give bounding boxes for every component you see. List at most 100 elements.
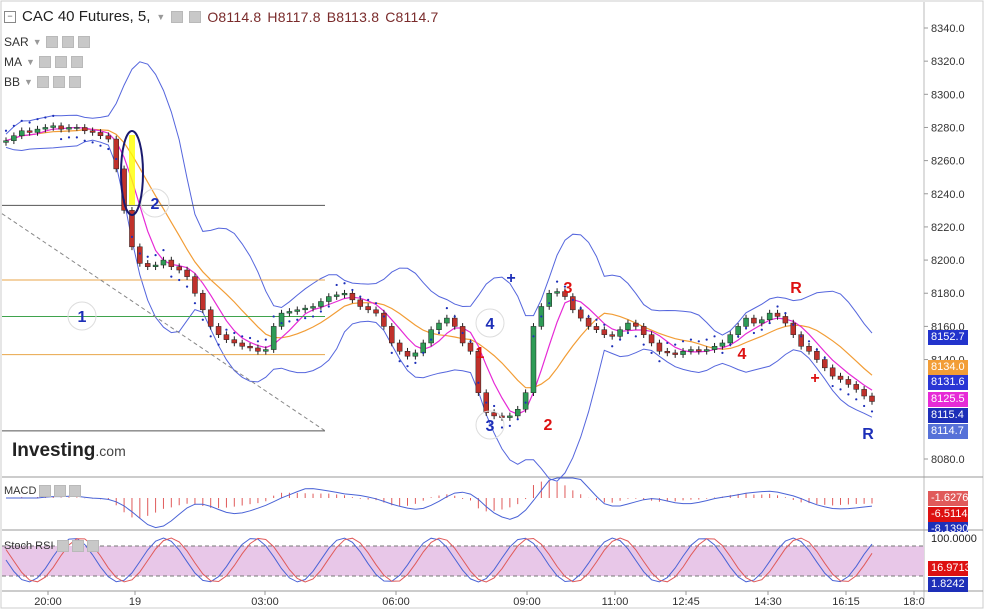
candle-body <box>491 412 497 417</box>
candle-body <box>26 130 33 133</box>
sar-dot <box>524 401 527 404</box>
close-icon[interactable] <box>70 56 83 68</box>
sar-dot <box>760 328 763 331</box>
sar-dot <box>44 116 47 119</box>
sar-dot <box>477 381 480 384</box>
settings-icon[interactable] <box>71 540 84 552</box>
sar-dot <box>437 331 441 335</box>
close-icon[interactable] <box>68 76 81 88</box>
x-tick-label: 18:0 <box>903 596 924 608</box>
macd-panel <box>6 477 873 529</box>
x-tick-label: 16:15 <box>832 596 860 608</box>
sar-dot <box>847 393 850 396</box>
chart-canvas[interactable]: 12341234++RR 8340.08320.08300.08280.0826… <box>0 0 984 609</box>
wave-label: 3 <box>486 418 495 435</box>
candle-body <box>814 351 820 360</box>
highlight-bar <box>129 135 135 205</box>
candle-body <box>144 263 151 267</box>
settings-icon[interactable] <box>61 36 74 48</box>
sar-dot <box>115 157 118 161</box>
candle-body <box>255 347 261 352</box>
visibility-icon[interactable] <box>38 56 51 68</box>
candle-body <box>570 296 576 311</box>
collapse-icon[interactable]: − <box>4 10 16 23</box>
sar-dot <box>130 235 134 238</box>
visibility-icon[interactable] <box>36 76 49 88</box>
sar-dot <box>311 315 315 318</box>
candle-body <box>688 349 694 352</box>
candle-body <box>341 292 348 296</box>
candle-body <box>514 409 521 417</box>
candle-body <box>640 326 647 335</box>
x-tick-label: 19 <box>129 596 141 608</box>
sar-dot <box>611 345 614 348</box>
y-tick-label: 8080.0 <box>931 454 965 466</box>
sar-dot <box>91 141 94 144</box>
sar-dot <box>60 137 63 141</box>
sar-dot <box>319 310 323 313</box>
macd-label[interactable]: MACD <box>4 485 82 497</box>
indicator-sar[interactable]: SAR ▼ <box>4 35 90 49</box>
candle-body <box>837 375 844 380</box>
wave-label: 1 <box>78 309 87 326</box>
settings-icon[interactable] <box>189 10 202 23</box>
symbol-title[interactable]: CAC 40 Futures, 5, <box>22 8 150 25</box>
candle-body <box>326 296 332 302</box>
candle-body <box>105 135 112 140</box>
candle-body <box>751 317 757 324</box>
sar-dot <box>146 255 149 258</box>
chevron-down-icon[interactable]: ▼ <box>156 12 165 22</box>
indicator-label: BB <box>4 75 21 89</box>
candle-body <box>806 346 812 352</box>
candle-body <box>404 351 411 357</box>
sar-dot <box>595 318 598 321</box>
candle-body <box>522 392 529 410</box>
settings-icon[interactable] <box>52 76 65 88</box>
candle-body <box>845 379 852 385</box>
candle-body <box>89 130 96 133</box>
candle-body <box>743 317 749 327</box>
settings-icon[interactable] <box>54 56 67 68</box>
chevron-down-icon[interactable]: ▼ <box>33 37 42 47</box>
sar-dot <box>768 321 771 325</box>
candle-body <box>286 311 293 314</box>
candle-body <box>270 326 277 350</box>
logo-suffix: .com <box>95 443 126 459</box>
sar-dot <box>28 121 31 124</box>
chevron-down-icon[interactable]: ▼ <box>24 77 33 87</box>
sar-dot <box>516 418 519 421</box>
macd-line <box>6 477 873 529</box>
visibility-icon[interactable] <box>45 36 58 48</box>
sar-dot <box>807 340 811 343</box>
x-tick-label: 09:00 <box>513 596 541 608</box>
sar-dot <box>618 338 622 341</box>
sar-dot <box>335 283 338 287</box>
close-icon[interactable] <box>77 36 90 48</box>
sar-dot <box>587 315 590 318</box>
sar-dot <box>406 365 409 368</box>
stoch-rsi-label[interactable]: Stoch RSI <box>4 540 99 552</box>
sar-dot <box>351 288 354 292</box>
close-icon[interactable] <box>69 485 82 497</box>
candle-body <box>735 326 741 335</box>
sar-dot <box>374 302 378 305</box>
sar-dot <box>469 340 472 343</box>
visibility-icon[interactable] <box>171 10 184 23</box>
close-icon[interactable] <box>86 540 99 552</box>
sar-dot <box>729 343 732 346</box>
chevron-down-icon[interactable]: ▼ <box>26 57 35 67</box>
sar-dot <box>193 302 197 305</box>
settings-icon[interactable] <box>54 485 67 497</box>
wave-label: 4 <box>738 346 747 363</box>
wave-label: 2 <box>151 196 160 213</box>
x-tick-label: 12:45 <box>672 596 700 608</box>
indicator-bb[interactable]: BB ▼ <box>4 75 81 89</box>
bb-upper <box>5 61 873 336</box>
candle-body <box>861 389 867 397</box>
indicator-ma[interactable]: MA ▼ <box>4 55 83 69</box>
visibility-icon[interactable] <box>56 540 69 552</box>
visibility-icon[interactable] <box>39 485 52 497</box>
candle-body <box>389 326 395 344</box>
candle-body <box>412 352 419 357</box>
candle-body <box>593 326 600 330</box>
